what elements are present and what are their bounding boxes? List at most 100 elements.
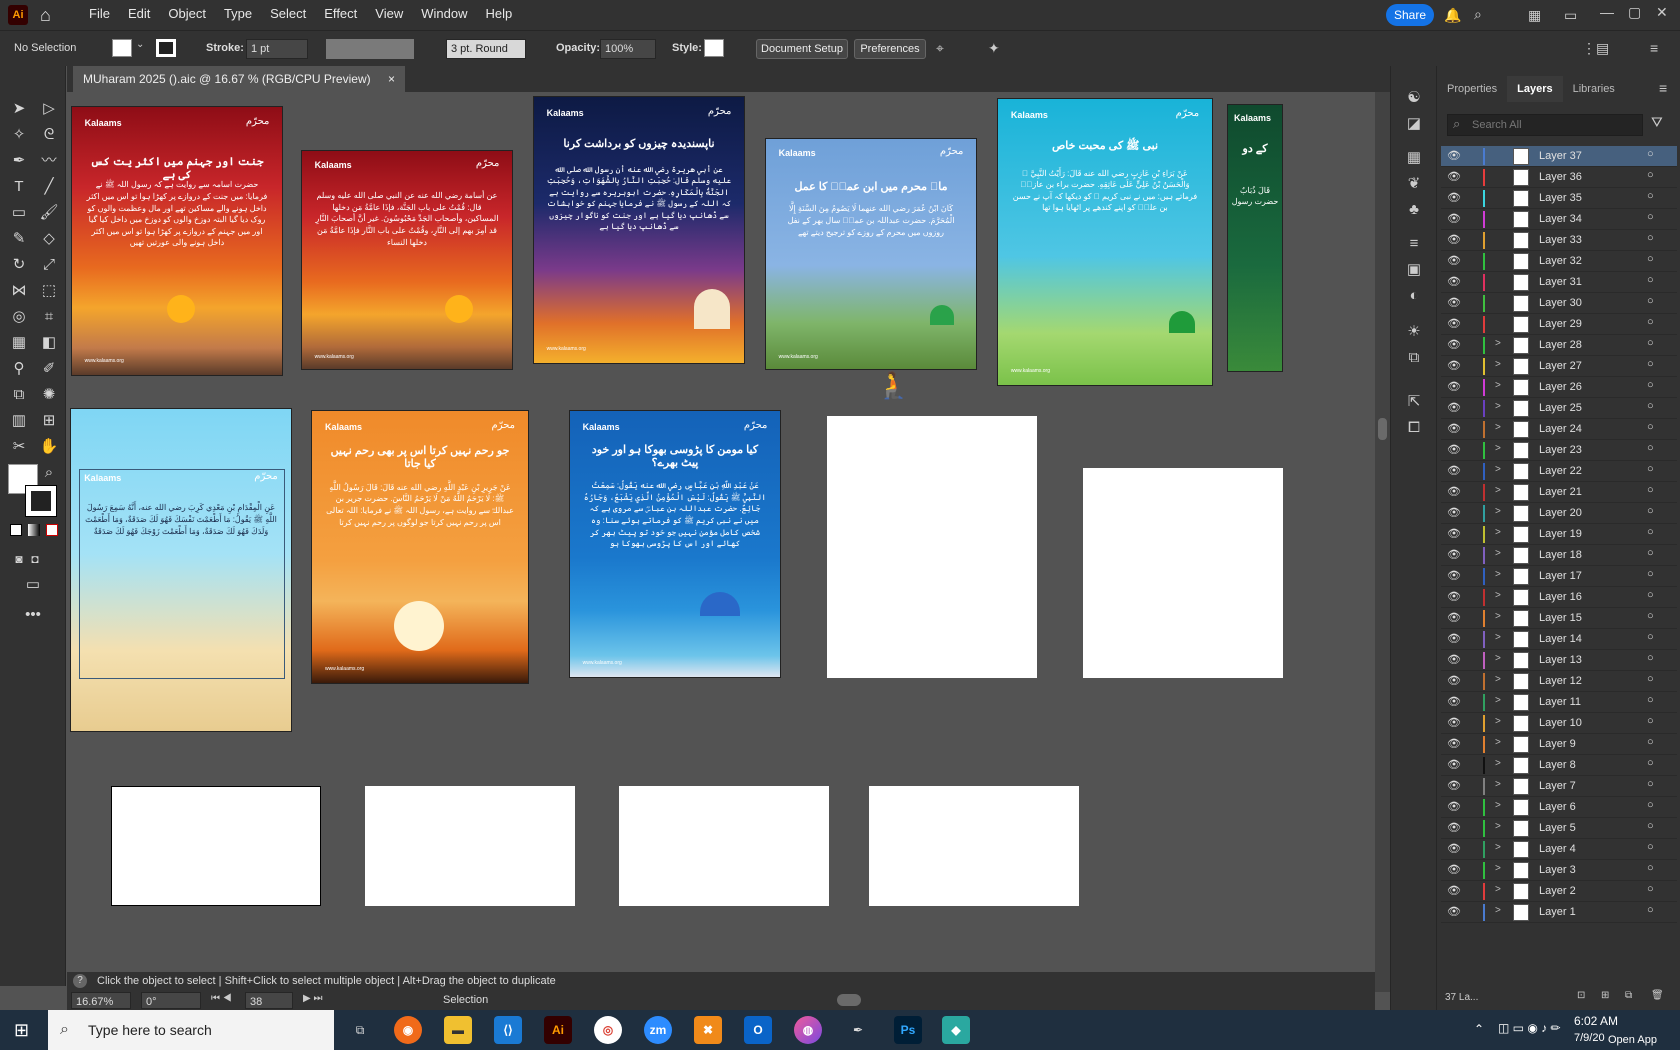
swatches-icon[interactable]: ▦ [1401,146,1427,170]
layer-row[interactable]: 👁 > Layer 15 ○ [1441,608,1677,629]
expand-arrow-icon[interactable]: > [1495,842,1501,853]
menu-icon[interactable]: ≡ [1650,40,1658,56]
stroke-swatch[interactable] [156,39,176,57]
artboard-6[interactable]: Kalaams کے دو قَالَ ذُبَابٌ حضرت رسول [1227,104,1283,372]
layer-row[interactable]: 👁 Layer 34 ○ [1441,209,1677,230]
visibility-eye-icon[interactable]: 👁 [1447,191,1461,204]
target-circle-icon[interactable]: ○ [1647,820,1654,832]
menu-window[interactable]: Window [412,0,476,30]
menu-effect[interactable]: Effect [315,0,366,30]
variable-width-profile[interactable] [326,39,414,59]
perspective-icon[interactable]: ⌗ [36,304,62,330]
target-circle-icon[interactable]: ○ [1647,169,1654,181]
lasso-icon[interactable]: ᘓ [36,122,62,148]
target-circle-icon[interactable]: ○ [1647,379,1654,391]
tray-chevron-icon[interactable]: ⌃ [1474,1022,1484,1036]
horizontal-scroll-thumb[interactable] [837,994,861,1006]
chrome-icon[interactable]: ◎ [594,1016,622,1044]
visibility-eye-icon[interactable]: 👁 [1447,758,1461,771]
visibility-eye-icon[interactable]: 👁 [1447,506,1461,519]
layer-row[interactable]: 👁 Layer 29 ○ [1441,314,1677,335]
fill-swatch[interactable] [112,39,132,57]
expand-arrow-icon[interactable]: > [1495,632,1501,643]
creative-cloud-icon[interactable]: ◍ [794,1016,822,1044]
rotation-field[interactable]: 0° [141,992,201,1009]
visibility-eye-icon[interactable]: 👁 [1447,338,1461,351]
expand-arrow-icon[interactable]: > [1495,359,1501,370]
open-app-label[interactable]: Open App [1608,1034,1657,1046]
width-tool-icon[interactable]: ⋈ [6,278,32,304]
visibility-eye-icon[interactable]: 👁 [1447,863,1461,876]
blend-icon[interactable]: ⧉ [6,382,32,408]
opacity-input[interactable]: 100% [600,39,656,59]
file-explorer-icon[interactable]: ▬ [444,1016,472,1044]
visibility-eye-icon[interactable]: 👁 [1447,905,1461,918]
new-sublayer-icon[interactable]: ⊡ [1577,990,1585,1001]
empty-artboard[interactable] [869,786,1079,906]
layer-row[interactable]: 👁 > Layer 19 ○ [1441,524,1677,545]
xampp-icon[interactable]: ✖ [694,1016,722,1044]
layer-row[interactable]: 👁 Layer 32 ○ [1441,251,1677,272]
target-circle-icon[interactable]: ○ [1647,841,1654,853]
expand-arrow-icon[interactable]: > [1495,653,1501,664]
visibility-eye-icon[interactable]: 👁 [1447,443,1461,456]
menu-select[interactable]: Select [261,0,315,30]
star-icon[interactable]: ✦ [988,40,1000,57]
new-layer-icon[interactable]: ⊞ [1601,990,1609,1001]
artboard-1[interactable]: Kalaams محرّم جنت اور جہنم میں اکثر یت کس… [71,106,283,376]
menu-file[interactable]: File [80,0,119,30]
scroll-thumb[interactable] [1378,418,1387,440]
taskbar-search[interactable]: ⌕ Type here to search [48,1010,334,1050]
none-mode-icon[interactable] [46,524,58,536]
layer-row[interactable]: 👁 Layer 37 ○ [1441,146,1677,167]
expand-arrow-icon[interactable]: > [1495,758,1501,769]
visibility-eye-icon[interactable]: 👁 [1447,716,1461,729]
layer-row[interactable]: 👁 > Layer 26 ○ [1441,377,1677,398]
target-circle-icon[interactable]: ○ [1647,253,1654,265]
layer-row[interactable]: 👁 > Layer 9 ○ [1441,734,1677,755]
target-circle-icon[interactable]: ○ [1647,904,1654,916]
type-tool-icon[interactable]: T [6,174,32,200]
gradient-icon[interactable]: ◧ [36,330,62,356]
brush-definition[interactable]: 3 pt. Round [446,39,526,59]
more-tools-icon[interactable]: ••• [20,602,46,628]
target-circle-icon[interactable]: ○ [1647,337,1654,349]
expand-arrow-icon[interactable]: > [1495,716,1501,727]
photoshop-icon[interactable]: Ps [894,1016,922,1044]
expand-arrow-icon[interactable]: > [1495,548,1501,559]
layer-row[interactable]: 👁 Layer 33 ○ [1441,230,1677,251]
slice-icon[interactable]: ✂ [6,434,32,460]
target-circle-icon[interactable]: ○ [1647,526,1654,538]
target-circle-icon[interactable]: ○ [1647,799,1654,811]
target-circle-icon[interactable]: ○ [1647,631,1654,643]
expand-arrow-icon[interactable]: > [1495,485,1501,496]
bell-icon[interactable]: 🔔 [1444,7,1461,24]
zoom-app-icon[interactable]: zm [644,1016,672,1044]
panel-menu-icon[interactable]: ≡ [1659,80,1667,96]
empty-artboard[interactable] [111,786,321,906]
target-circle-icon[interactable]: ○ [1647,442,1654,454]
target-circle-icon[interactable]: ○ [1647,400,1654,412]
layer-row[interactable]: 👁 > Layer 5 ○ [1441,818,1677,839]
target-circle-icon[interactable]: ○ [1647,652,1654,664]
color-icon[interactable]: ☯ [1401,86,1427,110]
symbols-icon[interactable]: ♣ [1401,198,1427,222]
visibility-eye-icon[interactable]: 👁 [1447,611,1461,624]
empty-artboard[interactable] [619,786,829,906]
shaper-icon[interactable]: ✎ [6,226,32,252]
target-circle-icon[interactable]: ○ [1647,421,1654,433]
gradient-mode-icon[interactable] [28,524,40,536]
artboard-9[interactable]: Kalaams محرّم کیا مومن کا پڑوسی بھوکا ہو … [569,410,781,678]
visibility-eye-icon[interactable]: 👁 [1447,485,1461,498]
expand-arrow-icon[interactable]: > [1495,443,1501,454]
close-icon[interactable]: ✕ [1656,4,1668,21]
paintbrush-icon[interactable]: 🖌 [36,200,62,226]
layer-row[interactable]: 👁 > Layer 21 ○ [1441,482,1677,503]
artboard-8[interactable]: Kalaams محرّم جو رحم نہیں کرتا اس پر بھی … [311,410,529,684]
expand-arrow-icon[interactable]: > [1495,338,1501,349]
target-circle-icon[interactable]: ○ [1647,778,1654,790]
zoom-field[interactable]: 16.67% [71,992,131,1009]
duplicate-icon[interactable]: ⧉ [1625,990,1632,1001]
expand-arrow-icon[interactable]: > [1495,401,1501,412]
symbol-sprayer-icon[interactable]: ✺ [36,382,62,408]
